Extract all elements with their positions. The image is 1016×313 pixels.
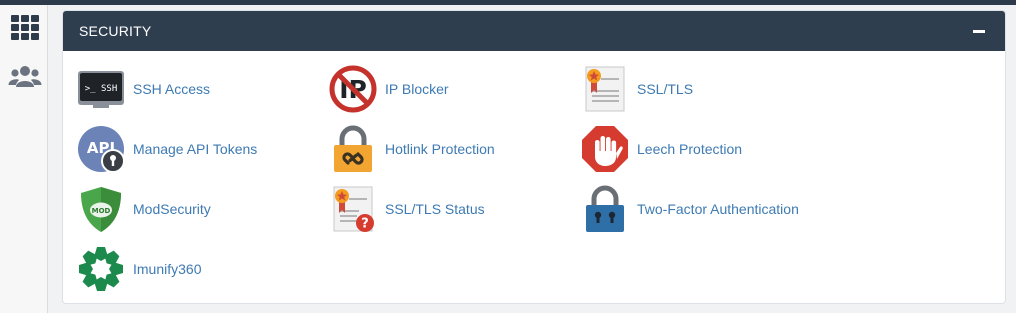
item-label: ModSecurity: [133, 201, 211, 217]
ssl-tls-status-link[interactable]: ? SSL/TLS Status: [329, 183, 485, 235]
item-label: SSL/TLS Status: [385, 201, 485, 217]
ssl-tls-link[interactable]: SSL/TLS: [581, 63, 693, 115]
svg-text:MOD: MOD: [92, 207, 111, 215]
security-panel-header[interactable]: SECURITY: [63, 11, 1005, 51]
leech-protection-link[interactable]: Leech Protection: [581, 123, 742, 175]
collapse-button[interactable]: [973, 25, 987, 37]
hotlink-protection-link[interactable]: Hotlink Protection: [329, 123, 495, 175]
item-label: Manage API Tokens: [133, 141, 258, 157]
svg-text:>_ SSH: >_ SSH: [85, 84, 118, 94]
item-label: SSL/TLS: [637, 81, 694, 97]
top-bar: [0, 0, 1016, 5]
minus-icon: [973, 30, 985, 33]
users-icon[interactable]: [8, 62, 42, 92]
imunify360-link[interactable]: Imunify360: [77, 243, 201, 295]
ssh-terminal-icon: >_ SSH: [78, 71, 124, 108]
imunify360-icon: [79, 247, 123, 291]
item-label: Hotlink Protection: [385, 141, 495, 157]
svg-text:?: ?: [361, 217, 369, 232]
grid-icon[interactable]: [8, 13, 42, 43]
two-factor-lock-icon: [586, 185, 624, 232]
mod-shield-icon: MOD: [81, 187, 121, 232]
modsecurity-link[interactable]: MOD ModSecurity: [77, 183, 211, 235]
ssh-access-link[interactable]: >_ SSH SSH Access: [77, 63, 210, 115]
item-label: Leech Protection: [637, 141, 743, 157]
item-label: IP Blocker: [385, 81, 449, 97]
security-panel: SECURITY >_ SSH SSH Access IP IP Blocker: [62, 10, 1006, 304]
hotlink-lock-icon: [334, 125, 372, 172]
certificate-status-icon: ?: [333, 186, 374, 232]
item-label: SSH Access: [133, 81, 211, 97]
api-tokens-icon: API: [78, 126, 125, 173]
item-label: Two-Factor Authentication: [637, 201, 799, 217]
manage-api-tokens-link[interactable]: API Manage API Tokens: [77, 123, 257, 175]
ip-blocker-icon: IP: [329, 65, 377, 113]
leech-hand-icon: [582, 126, 628, 172]
certificate-icon: [585, 66, 625, 112]
item-label: Imunify360: [133, 261, 202, 277]
sidebar-nav: [0, 5, 48, 313]
two-factor-authentication-link[interactable]: Two-Factor Authentication: [581, 183, 799, 235]
section-title: SECURITY: [79, 23, 152, 39]
ip-blocker-link[interactable]: IP IP Blocker: [329, 63, 449, 115]
